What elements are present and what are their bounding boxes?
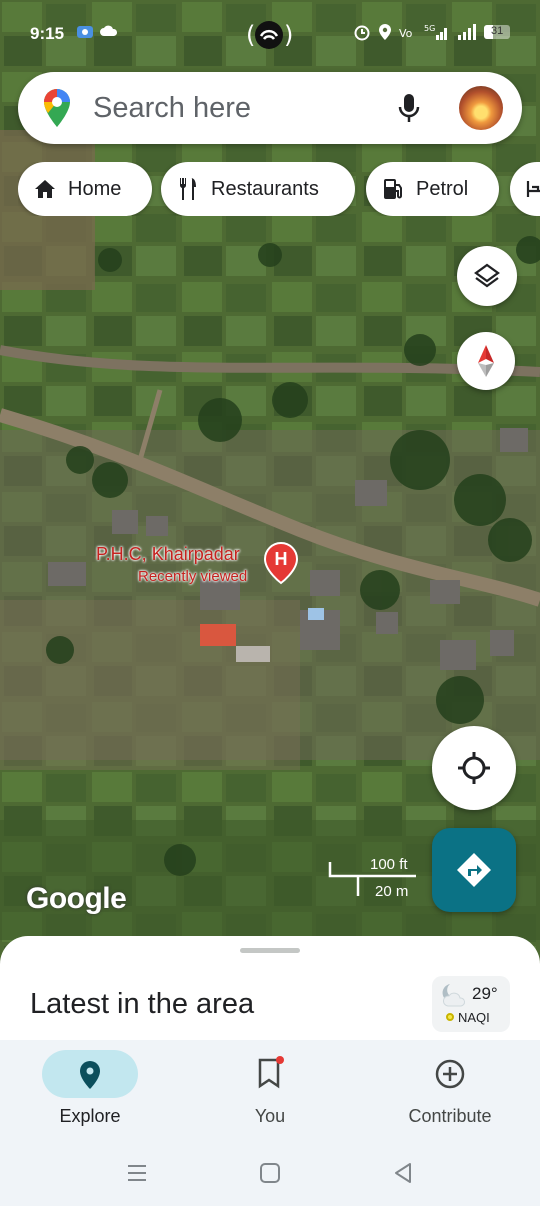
signal-5g-icon: 5G (424, 24, 447, 40)
tab-you[interactable]: You (180, 1040, 360, 1140)
notification-app-icon (77, 26, 93, 38)
battery-level: 31 (491, 25, 504, 37)
location-icon (379, 24, 391, 40)
layers-button[interactable] (457, 246, 517, 306)
svg-text:): ) (284, 21, 292, 49)
recents-icon[interactable] (126, 1162, 148, 1184)
signal-icon (458, 24, 476, 40)
back-icon[interactable] (392, 1162, 414, 1184)
tab-you-label: You (254, 1106, 286, 1126)
bottom-sheet[interactable]: Latest in the area 29° NAQI (0, 936, 540, 1056)
chip-restaurants[interactable]: Restaurants (161, 162, 355, 216)
place-recently-viewed: Recently viewed (138, 568, 248, 585)
search-placeholder[interactable]: Search here (93, 92, 251, 125)
microphone-icon[interactable] (396, 90, 422, 128)
weather-temperature: 29° (472, 984, 498, 1003)
hospital-marker[interactable]: H (263, 541, 299, 585)
profile-avatar[interactable] (459, 86, 503, 130)
chip-home-label: Home (68, 177, 122, 200)
hotspot-icon: ( ) (246, 21, 292, 49)
sheet-drag-handle[interactable] (240, 948, 300, 953)
chip-petrol-label: Petrol (416, 177, 469, 200)
google-maps-logo-icon (44, 89, 70, 127)
status-time: 9:15 (30, 24, 65, 43)
chip-home[interactable]: Home (18, 162, 152, 216)
weather-aqi-label: NAQI (458, 1010, 490, 1025)
system-navigation-bar (0, 1140, 540, 1206)
battery-icon: 31 (484, 25, 510, 39)
status-bar: 9:15 ( ) Vo 5G 31 (0, 0, 540, 66)
home-nav-icon[interactable] (259, 1162, 281, 1184)
tab-explore[interactable]: Explore (0, 1040, 180, 1140)
hotel-icon (526, 181, 540, 197)
notification-icons (76, 24, 118, 40)
location-target-icon (458, 752, 490, 784)
svg-text:(: ( (246, 21, 255, 49)
add-circle-icon (435, 1059, 465, 1089)
home-icon (35, 180, 55, 198)
svg-text:5G: 5G (424, 24, 435, 33)
tab-contribute-label: Contribute (408, 1106, 492, 1126)
my-location-button[interactable] (432, 726, 516, 810)
chip-restaurants-label: Restaurants (211, 177, 319, 200)
google-logo: Google (26, 882, 127, 915)
place-name-label[interactable]: P.H.C, Khairpadar (96, 544, 240, 565)
compass-button[interactable] (457, 332, 515, 390)
weather-chip[interactable]: 29° NAQI (432, 976, 510, 1032)
volte-icon: Vo (399, 27, 413, 40)
cloud-icon (100, 25, 118, 36)
scale-meters: 20 m (375, 883, 409, 900)
category-chips: Home Restaurants Petrol (18, 162, 540, 216)
layers-icon (474, 263, 500, 288)
search-bar[interactable]: Search here (18, 72, 522, 144)
restaurant-icon (179, 178, 196, 200)
tab-explore-label: Explore (59, 1106, 121, 1126)
partly-cloudy-night-icon (442, 984, 465, 1007)
directions-button[interactable] (432, 828, 516, 912)
bookmark-icon (258, 1056, 284, 1089)
marker-letter: H (274, 549, 288, 569)
aqi-indicator-dot (446, 1013, 454, 1021)
chip-petrol[interactable]: Petrol (366, 162, 499, 216)
explore-pin-icon (80, 1061, 100, 1089)
bottom-navigation: Explore You Contribute (0, 1040, 540, 1140)
chip-hotels[interactable] (510, 162, 540, 216)
tab-contribute[interactable]: Contribute (360, 1040, 540, 1140)
alarm-icon (354, 25, 370, 41)
sheet-title: Latest in the area (30, 988, 255, 1020)
svg-text:Vo: Vo (399, 27, 413, 40)
directions-icon (457, 853, 491, 887)
scale-bar: 100 ft 20 m (328, 856, 418, 900)
scale-feet: 100 ft (370, 856, 408, 873)
fuel-icon (384, 179, 402, 199)
compass-icon (478, 345, 494, 377)
status-right-icons: Vo 5G 31 (353, 23, 510, 41)
